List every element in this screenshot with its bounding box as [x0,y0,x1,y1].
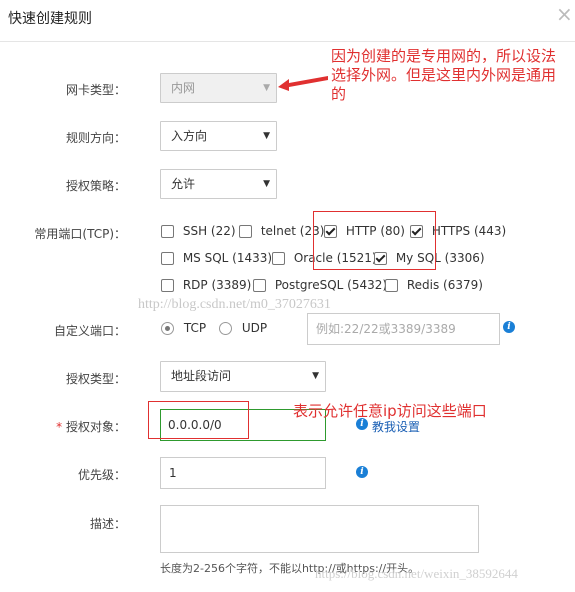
close-icon[interactable]: × [556,4,573,24]
auth-type-value: 地址段访问 [171,369,232,383]
direction-value: 入方向 [171,129,208,143]
auth-type-select[interactable]: 地址段访问 ▼ [160,361,326,392]
nic-type-select: 内网 ▼ [160,73,277,103]
caret-down-icon: ▼ [263,83,270,93]
checkbox[interactable] [272,252,285,265]
top-annotation-line: 因为创建的是专用网的，所以设法 [331,47,557,65]
direction-select[interactable]: 入方向 ▼ [160,121,277,151]
policy-value: 允许 [171,177,196,191]
checkbox[interactable] [161,252,174,265]
priority-value: 1 [169,466,177,480]
auth-object-label-text: 授权对象： [65,420,126,434]
top-annotation-line: 的 [331,85,347,103]
port-option-rdp[interactable]: RDP (3389) [161,278,251,292]
required-mark: * [56,420,63,434]
watermark: https://blog.csdn.net/weixin_38592644 [315,566,518,581]
port-option-label: MS SQL (1433) [182,251,273,265]
nic-type-label: 网卡类型： [65,83,126,97]
protocol-udp[interactable]: UDP [219,321,267,335]
checkbox[interactable] [253,279,266,292]
dialog-title: 快速创建规则 [8,11,92,27]
watermark: http://blog.csdn.net/m0_37027631 [138,297,331,312]
caret-down-icon: ▼ [263,179,270,189]
port-option-redis[interactable]: Redis (6379) [385,278,483,292]
auth-object-label: * 授权对象： [6,418,126,435]
custom-port-placeholder: 例如:22/22或3389/3389 [316,322,456,336]
checkbox[interactable] [161,279,174,292]
radio[interactable] [219,322,232,335]
description-textarea[interactable] [160,505,479,553]
protocol-tcp[interactable]: TCP [161,321,206,335]
protocol-label: TCP [183,321,207,335]
nic-type-value: 内网 [171,81,196,95]
custom-port-input[interactable]: 例如:22/22或3389/3389 [307,313,500,345]
radio-selected[interactable] [161,322,174,335]
info-icon[interactable]: i [503,321,515,333]
auth-object-value: 0.0.0.0/0 [168,418,222,432]
checkbox[interactable] [239,225,252,238]
port-option-label: HTTPS (443) [431,224,507,238]
direction-label: 规则方向： [65,131,126,145]
priority-label: 优先级： [77,468,126,482]
port-option-ssh[interactable]: SSH (22) [161,224,236,238]
checkbox[interactable] [385,279,398,292]
port-option-label: PostgreSQL (5432) [274,278,388,292]
policy-label: 授权策略： [65,179,126,193]
port-option-mssql[interactable]: MS SQL (1433) [161,251,272,265]
port-option-label: RDP (3389) [182,278,252,292]
port-option-postgresql[interactable]: PostgreSQL (5432) [253,278,387,292]
auth-annotation: 表示允许任意ip访问这些端口 [293,402,487,420]
policy-select[interactable]: 允许 ▼ [160,169,277,199]
description-label: 描述： [89,517,126,531]
port-option-telnet[interactable]: telnet (23) [239,224,324,238]
port-option-label: SSH (22) [182,224,236,238]
custom-port-label: 自定义端口： [53,324,126,338]
caret-down-icon: ▼ [263,131,270,141]
common-ports-label: 常用端口(TCP)： [34,227,126,241]
highlight-box [313,211,436,270]
top-annotation: 因为创建的是专用网的，所以设法 选择外网。但是这里内外网是通用 的 [331,47,575,104]
red-arrow-icon [278,76,328,91]
protocol-label: UDP [241,321,268,335]
priority-input[interactable]: 1 [160,457,326,489]
port-option-label: Redis (6379) [406,278,483,292]
caret-down-icon: ▼ [312,371,319,381]
info-icon[interactable]: i [356,466,368,478]
top-annotation-line: 选择外网。但是这里内外网是通用 [331,66,557,84]
auth-type-label: 授权类型： [65,372,126,386]
checkbox[interactable] [161,225,174,238]
header-divider [0,41,575,42]
